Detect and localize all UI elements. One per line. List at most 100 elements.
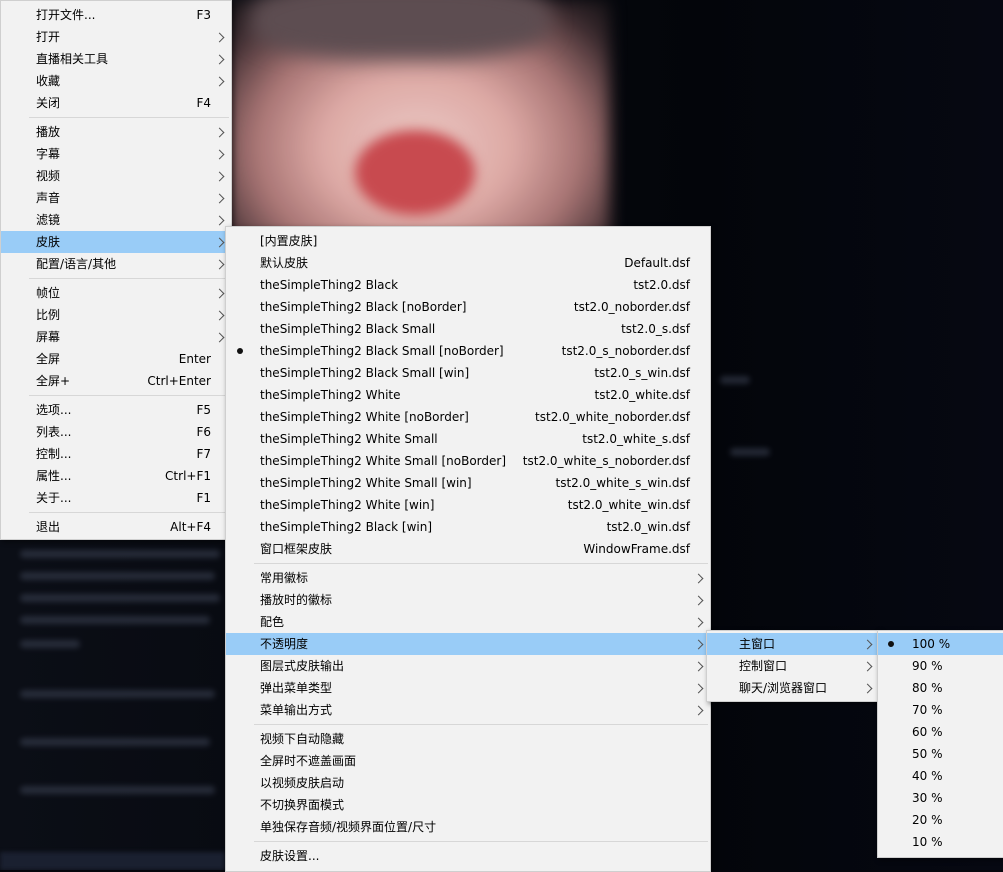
- menu-item-shortcut: F6: [196, 425, 211, 439]
- main-menu-item[interactable]: 属性... Ctrl+F1: [1, 465, 231, 487]
- opacity-level-item[interactable]: 10 %: [878, 831, 1003, 853]
- chevron-right-icon: [214, 171, 225, 182]
- opacity-level-item[interactable]: 30 %: [878, 787, 1003, 809]
- opacity-level-item[interactable]: 80 %: [878, 677, 1003, 699]
- skin-option-item[interactable]: 菜单输出方式: [226, 699, 710, 721]
- radio-dot-icon: [888, 641, 894, 647]
- skin-menu-item[interactable]: theSimpleThing2 White Small [win] tst2.0_…: [226, 472, 710, 494]
- opacity-level-item[interactable]: 90 %: [878, 655, 1003, 677]
- menu-item-label: 声音: [36, 191, 61, 205]
- main-menu-item[interactable]: 帧位: [1, 282, 231, 304]
- main-menu-item[interactable]: 收藏: [1, 70, 231, 92]
- opacity-window-item[interactable]: 控制窗口: [707, 655, 879, 677]
- chevron-right-icon: [693, 639, 704, 650]
- main-menu-item[interactable]: 滤镜: [1, 209, 231, 231]
- opacity-level-item[interactable]: 60 %: [878, 721, 1003, 743]
- skin-option-item[interactable]: 视频下自动隐藏: [226, 728, 710, 750]
- menu-separator: [254, 724, 708, 725]
- skin-option-item[interactable]: 图层式皮肤输出: [226, 655, 710, 677]
- skin-menu-item[interactable]: 窗口框架皮肤 WindowFrame.dsf: [226, 538, 710, 560]
- skin-menu-item[interactable]: [内置皮肤]: [226, 230, 710, 252]
- opacity-level-item[interactable]: 20 %: [878, 809, 1003, 831]
- opacity-level-item[interactable]: 70 %: [878, 699, 1003, 721]
- menu-separator: [29, 395, 229, 396]
- skin-option-item[interactable]: 全屏时不遮盖画面: [226, 750, 710, 772]
- skin-option-item[interactable]: 单独保存音频/视频界面位置/尺寸: [226, 816, 710, 838]
- menu-item-label: 字幕: [36, 147, 61, 161]
- menu-item-label: theSimpleThing2 White [win]: [260, 498, 435, 512]
- main-menu-item[interactable]: 视频: [1, 165, 231, 187]
- menu-item-label: 90 %: [912, 659, 943, 673]
- opacity-window-item[interactable]: 主窗口: [707, 633, 879, 655]
- skin-menu-item[interactable]: theSimpleThing2 Black tst2.0.dsf: [226, 274, 710, 296]
- menu-item-label: 收藏: [36, 74, 61, 88]
- opacity-window-item[interactable]: 聊天/浏览器窗口: [707, 677, 879, 699]
- skin-option-item[interactable]: 常用徽标: [226, 567, 710, 589]
- main-menu-item[interactable]: 皮肤: [1, 231, 231, 253]
- menu-item-label: 不透明度: [260, 637, 309, 651]
- main-menu-item[interactable]: 打开: [1, 26, 231, 48]
- menu-item-shortcut: F7: [196, 447, 211, 461]
- menu-item-label: theSimpleThing2 White Small [noBorder]: [260, 454, 506, 468]
- skin-menu-item[interactable]: theSimpleThing2 Black Small tst2.0_s.dsf: [226, 318, 710, 340]
- skin-settings-item[interactable]: 皮肤设置...: [226, 845, 710, 867]
- chevron-right-icon: [862, 661, 873, 672]
- opacity-level-item[interactable]: 40 %: [878, 765, 1003, 787]
- menu-item-label: 以视频皮肤启动: [260, 776, 345, 790]
- skin-menu-item[interactable]: theSimpleThing2 White tst2.0_white.dsf: [226, 384, 710, 406]
- chevron-right-icon: [214, 332, 225, 343]
- main-menu-item[interactable]: 选项... F5: [1, 399, 231, 421]
- main-menu-item[interactable]: 控制... F7: [1, 443, 231, 465]
- menu-separator: [29, 278, 229, 279]
- menu-item-shortcut: Ctrl+Enter: [147, 374, 211, 388]
- skin-menu-item[interactable]: theSimpleThing2 White Small tst2.0_white_…: [226, 428, 710, 450]
- skin-menu-item[interactable]: theSimpleThing2 Black Small [noBorder] ts…: [226, 340, 710, 362]
- main-menu-item[interactable]: 屏幕: [1, 326, 231, 348]
- main-menu-item[interactable]: 配置/语言/其他: [1, 253, 231, 275]
- skin-option-item[interactable]: 播放时的徽标: [226, 589, 710, 611]
- skin-menu-item[interactable]: theSimpleThing2 Black [noBorder] tst2.0_n…: [226, 296, 710, 318]
- main-menu-item[interactable]: 关闭 F4: [1, 92, 231, 114]
- menu-item-shortcut: Enter: [178, 352, 211, 366]
- main-menu-item[interactable]: 列表... F6: [1, 421, 231, 443]
- menu-item-filename: tst2.0_s_win.dsf: [594, 366, 690, 380]
- skin-option-item[interactable]: 以视频皮肤启动: [226, 772, 710, 794]
- main-context-menu: 打开文件... F3 打开 直播相关工具收藏关闭 F4 播放字幕视频声音滤镜 皮肤 配置/语言…: [0, 0, 232, 540]
- main-menu-item[interactable]: 比例: [1, 304, 231, 326]
- opacity-level-item[interactable]: 50 %: [878, 743, 1003, 765]
- main-menu-item[interactable]: 直播相关工具: [1, 48, 231, 70]
- chevron-right-icon: [214, 215, 225, 226]
- menu-item-filename: tst2.0_white_noborder.dsf: [535, 410, 690, 424]
- main-menu-item[interactable]: 字幕: [1, 143, 231, 165]
- background-text-line: [20, 786, 215, 794]
- skin-menu-item[interactable]: 默认皮肤 Default.dsf: [226, 252, 710, 274]
- skin-option-item[interactable]: 弹出菜单类型: [226, 677, 710, 699]
- main-menu-item[interactable]: 全屏+ Ctrl+Enter: [1, 370, 231, 392]
- menu-item-label: 100 %: [912, 637, 951, 651]
- skin-option-item[interactable]: 不透明度: [226, 633, 710, 655]
- main-menu-item[interactable]: 全屏 Enter: [1, 348, 231, 370]
- skin-menu-item[interactable]: theSimpleThing2 White [noBorder] tst2.0_w…: [226, 406, 710, 428]
- background-text-line: [20, 594, 220, 602]
- main-menu-item[interactable]: 声音: [1, 187, 231, 209]
- main-menu-item[interactable]: 打开文件... F3: [1, 4, 231, 26]
- skin-menu-item[interactable]: theSimpleThing2 Black [win] tst2.0_win.ds…: [226, 516, 710, 538]
- main-menu-item[interactable]: 退出 Alt+F4: [1, 516, 231, 538]
- chevron-right-icon: [214, 127, 225, 138]
- skin-option-item[interactable]: 不切换界面模式: [226, 794, 710, 816]
- menu-item-label: theSimpleThing2 White [noBorder]: [260, 410, 469, 424]
- menu-item-label: 主窗口: [739, 637, 776, 651]
- skin-menu-item[interactable]: theSimpleThing2 White Small [noBorder] ts…: [226, 450, 710, 472]
- skin-menu-item[interactable]: theSimpleThing2 Black Small [win] tst2.0_…: [226, 362, 710, 384]
- main-menu-item[interactable]: 关于... F1: [1, 487, 231, 509]
- menu-item-label: 全屏+: [36, 374, 71, 388]
- menu-item-filename: Default.dsf: [624, 256, 690, 270]
- main-window-opacity-submenu: 100 % 90 % 80 % 70 % 60 % 50 % 40 % 30 % 20 % 10 …: [877, 630, 1003, 858]
- skin-menu-item[interactable]: theSimpleThing2 White [win] tst2.0_white_…: [226, 494, 710, 516]
- menu-item-label: 常用徽标: [260, 571, 309, 585]
- opacity-submenu: 主窗口控制窗口 聊天/浏览器窗口: [706, 630, 880, 702]
- skin-option-item[interactable]: 配色: [226, 611, 710, 633]
- menu-separator: [254, 841, 708, 842]
- opacity-level-item[interactable]: 100 %: [878, 633, 1003, 655]
- main-menu-item[interactable]: 播放: [1, 121, 231, 143]
